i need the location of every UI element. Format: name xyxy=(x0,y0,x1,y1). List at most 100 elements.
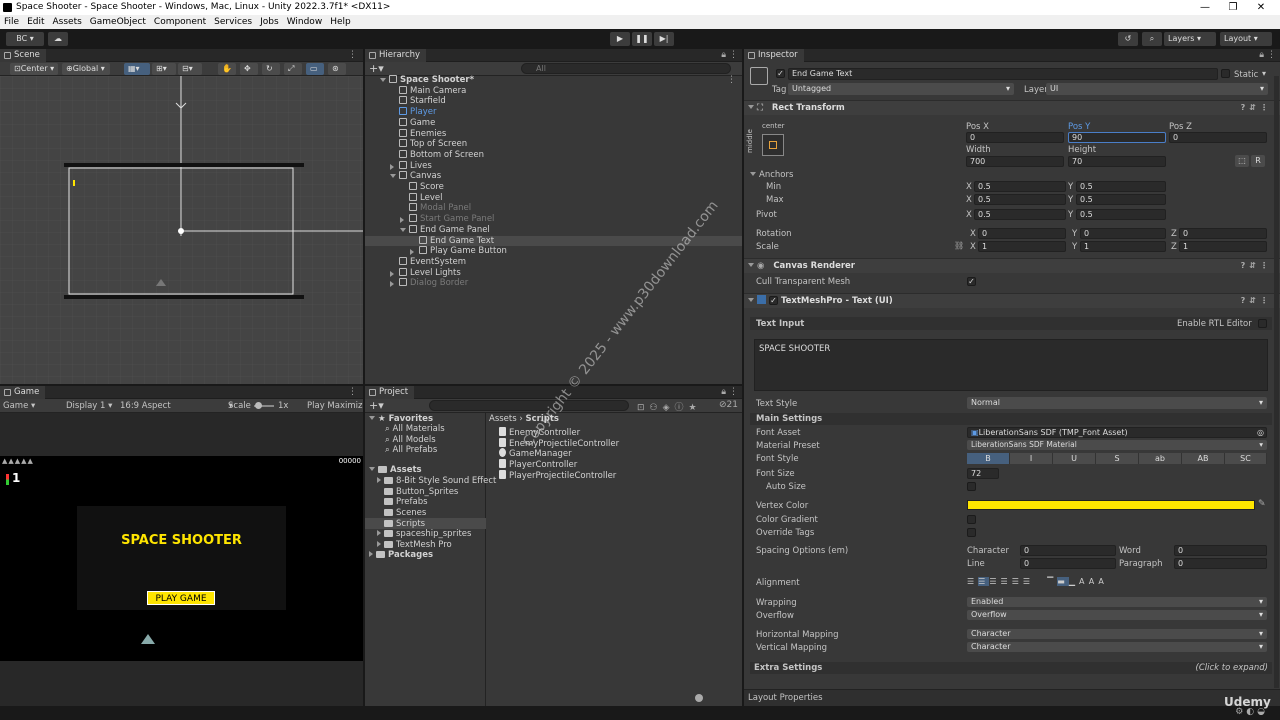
static-dropdown-icon[interactable]: ▾ xyxy=(1262,69,1266,78)
scale-z-input[interactable]: 1 xyxy=(1179,241,1267,252)
kebab-menu-icon[interactable]: ⋮ xyxy=(348,50,357,60)
extra-settings-bar[interactable]: Extra Settings (Click to expand) xyxy=(750,662,1272,674)
wrapping-dropdown[interactable]: Enabled ▾ xyxy=(967,597,1267,607)
kebab-menu-icon[interactable]: ⋮ xyxy=(729,387,738,397)
overflow-dropdown[interactable]: Overflow ▾ xyxy=(967,610,1267,620)
hierarchy-search-input[interactable]: All xyxy=(521,63,731,74)
character-spacing-input[interactable]: 0 xyxy=(1020,545,1116,556)
tab-project[interactable]: Project xyxy=(365,386,415,399)
font-asset-field[interactable]: ▣LiberationSans SDF (TMP_Font Asset) ◎ xyxy=(967,427,1267,438)
script-file[interactable]: PlayerController xyxy=(499,459,577,470)
project-search-input[interactable] xyxy=(429,400,629,411)
anchor-max-x-input[interactable]: 0.5 xyxy=(974,194,1066,205)
packages-header[interactable]: Packages xyxy=(369,550,433,560)
menu-edit[interactable]: Edit xyxy=(27,15,44,29)
rotation-x-input[interactable]: 0 xyxy=(978,228,1066,239)
grid-snap-icon[interactable]: ▦▾ xyxy=(124,63,150,75)
assets-header[interactable]: Assets xyxy=(369,465,422,475)
material-preset-dropdown[interactable]: LiberationSans SDF Material ▾ xyxy=(967,440,1267,450)
hierarchy-item[interactable]: Game xyxy=(365,117,742,129)
text-style-dropdown[interactable]: Normal ▾ xyxy=(967,397,1267,409)
scale-tool-icon[interactable]: ⤢ xyxy=(284,63,302,75)
hierarchy-item[interactable]: Level Lights xyxy=(365,267,742,279)
expand-right-icon[interactable] xyxy=(390,270,394,277)
pause-icon[interactable]: ❚❚ xyxy=(632,32,652,46)
menu-file[interactable]: File xyxy=(4,15,19,29)
font-style-italic-button[interactable]: I xyxy=(1010,453,1053,464)
anchor-preset-button[interactable] xyxy=(762,134,784,156)
font-style-bold-button[interactable]: B xyxy=(967,453,1010,464)
font-style-smallcaps-button[interactable]: SC xyxy=(1225,453,1267,464)
align-midline-icon[interactable]: A xyxy=(1089,577,1099,586)
lock-icon[interactable]: 🔒︎ xyxy=(721,387,726,397)
font-size-input[interactable]: 72 xyxy=(967,468,999,479)
kebab-menu-icon[interactable]: ⋮ xyxy=(729,50,738,60)
display-dropdown[interactable]: Display 1 ▾ xyxy=(66,401,112,411)
align-bottom-icon[interactable]: ▁ xyxy=(1069,577,1079,586)
zoom-slider-handle[interactable] xyxy=(695,694,703,702)
layer-dropdown[interactable]: UI ▾ xyxy=(1046,83,1268,95)
align-geometry-icon[interactable]: ☰ xyxy=(1023,577,1034,586)
menu-component[interactable]: Component xyxy=(154,15,206,29)
hierarchy-item[interactable]: Dialog Border xyxy=(365,278,742,289)
pivot-y-input[interactable]: 0.5 xyxy=(1076,209,1166,220)
breadcrumb-item[interactable]: Scripts xyxy=(525,414,558,424)
cloud-icon[interactable]: ☁ xyxy=(48,32,68,46)
font-style-strike-button[interactable]: S xyxy=(1096,453,1139,464)
display-mode-dropdown[interactable]: Game ▾ xyxy=(3,401,35,411)
script-file[interactable]: GameManager xyxy=(499,448,572,459)
expand-right-icon[interactable] xyxy=(400,217,404,224)
hierarchy-item[interactable]: Enemies xyxy=(365,128,742,140)
menu-gameobject[interactable]: GameObject xyxy=(90,15,146,29)
text-input-area[interactable]: SPACE SHOOTER xyxy=(754,339,1268,391)
tab-hierarchy[interactable]: Hierarchy xyxy=(365,49,427,62)
expand-down-icon[interactable] xyxy=(400,227,406,232)
rect-transform-header[interactable]: ⛶ Rect Transform ?⇵⋮ xyxy=(744,100,1280,115)
hierarchy-item[interactable]: Score xyxy=(365,182,742,193)
active-checkbox[interactable]: ✓ xyxy=(776,69,785,78)
font-style-underline-button[interactable]: U xyxy=(1053,453,1096,464)
pos-y-input[interactable]: 90 xyxy=(1068,132,1166,143)
transform-tool-icon[interactable]: ⊛ xyxy=(328,63,346,75)
kebab-menu-icon[interactable]: ⋮ xyxy=(1267,50,1276,60)
expand-down-icon[interactable] xyxy=(390,174,396,179)
asset-folder[interactable]: Scenes xyxy=(384,508,426,518)
aspect-dropdown[interactable]: 16:9 Aspect ▾ xyxy=(120,401,233,411)
tag-dropdown[interactable]: Untagged ▾ xyxy=(788,83,1014,95)
pivot-dropdown[interactable]: ⊡Center ▾ xyxy=(10,63,58,75)
raw-edit-button[interactable]: R xyxy=(1251,155,1265,167)
layout-properties-bar[interactable]: Layout Properties xyxy=(744,689,1280,706)
lock-icon[interactable]: 🔒︎ xyxy=(1259,50,1264,60)
hierarchy-item[interactable]: Canvas xyxy=(365,171,742,182)
favorite-item[interactable]: ⌕ All Materials xyxy=(385,424,445,434)
canvas-renderer-header[interactable]: ◉ Canvas Renderer ?⇵⋮ xyxy=(744,258,1280,273)
line-spacing-input[interactable]: 0 xyxy=(1020,558,1116,569)
align-center-icon[interactable]: ☰ xyxy=(978,577,990,586)
scale-slider-handle[interactable] xyxy=(255,402,262,409)
object-name-input[interactable]: End Game Text xyxy=(788,68,1218,80)
pos-x-input[interactable]: 0 xyxy=(966,132,1064,143)
menu-window[interactable]: Window xyxy=(287,15,323,29)
blueprint-mode-button[interactable]: ⬚ xyxy=(1235,155,1249,167)
tmp-enabled-checkbox[interactable]: ✓ xyxy=(768,296,778,305)
align-top-icon[interactable]: ▔ xyxy=(1047,577,1057,586)
auto-size-checkbox[interactable] xyxy=(967,482,976,491)
expand-right-icon[interactable] xyxy=(390,163,394,170)
menu-services[interactable]: Services xyxy=(214,15,252,29)
expand-right-icon[interactable] xyxy=(390,281,394,288)
paragraph-spacing-input[interactable]: 0 xyxy=(1174,558,1267,569)
rotation-y-input[interactable]: 0 xyxy=(1080,228,1166,239)
width-input[interactable]: 700 xyxy=(966,156,1064,167)
script-file[interactable]: PlayerProjectileController xyxy=(499,470,616,481)
align-baseline-icon[interactable]: A xyxy=(1079,577,1089,586)
tab-game[interactable]: Game xyxy=(0,386,46,399)
hierarchy-item[interactable]: Main Camera xyxy=(365,85,742,97)
scale-y-input[interactable]: 1 xyxy=(1080,241,1166,252)
hierarchy-item[interactable]: Space Shooter* ⋮ xyxy=(365,75,742,86)
static-checkbox[interactable] xyxy=(1221,69,1230,78)
move-tool-icon[interactable]: ✥ xyxy=(240,63,258,75)
inspector-scrollbar[interactable] xyxy=(1274,76,1279,688)
asset-folder[interactable]: Prefabs xyxy=(384,497,428,507)
hierarchy-item[interactable]: Starfield xyxy=(365,96,742,107)
step-icon[interactable]: ▶| xyxy=(654,32,674,46)
